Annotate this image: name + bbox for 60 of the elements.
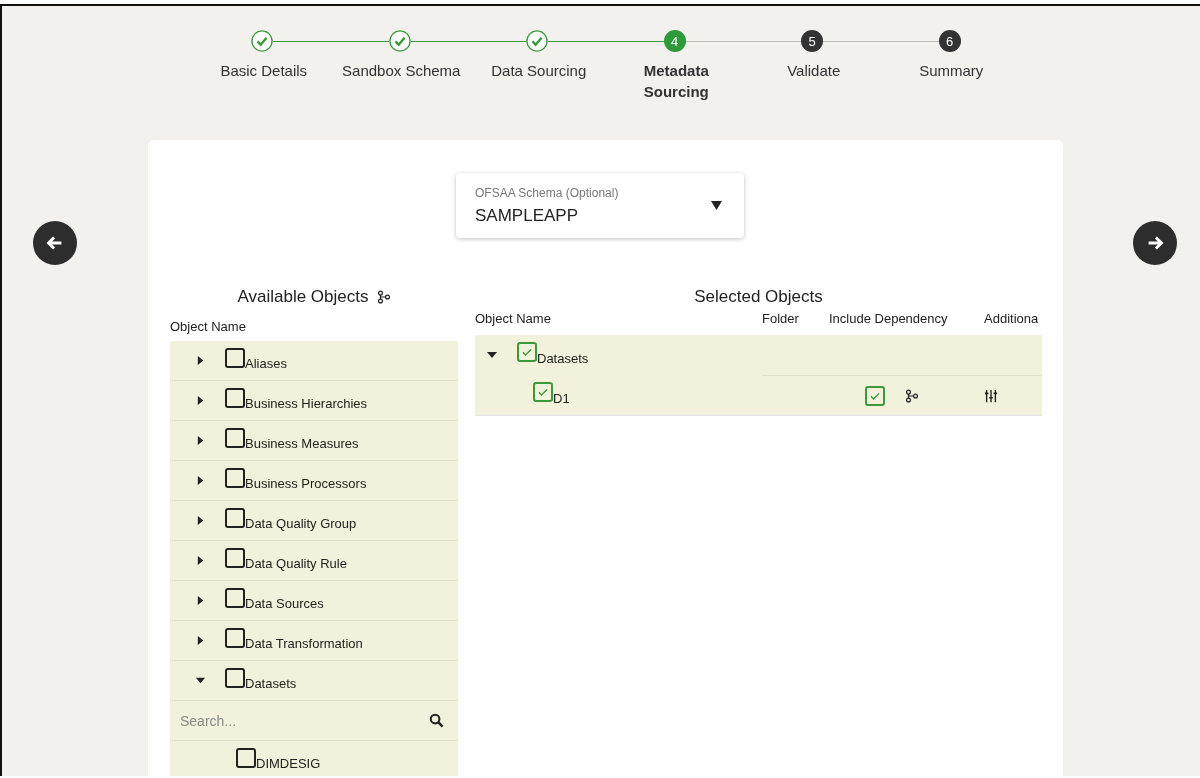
step-number: 4 [663,30,686,52]
checkbox[interactable] [225,627,245,648]
caret-icon[interactable] [196,636,205,645]
checkbox[interactable] [236,747,256,768]
object-label: Data Quality Group [245,516,357,531]
checkbox[interactable] [225,467,245,488]
next-button[interactable] [1133,221,1177,265]
caret-icon [711,200,722,211]
checkbox[interactable] [225,547,245,568]
step-label: Validate [786,62,842,81]
checkbox[interactable] [517,342,537,362]
caret-icon[interactable] [196,396,205,405]
checkbox[interactable] [865,385,885,406]
checkbox[interactable] [225,667,245,688]
step-label: Basic Details [219,62,309,81]
step-number: 5 [801,30,823,52]
search-icon[interactable] [429,713,444,728]
hierarchy-icon[interactable] [376,290,391,304]
column-header: Folder [762,311,800,328]
column-header: Object Name [475,311,552,328]
checkbox[interactable] [225,347,245,368]
object-label: Business Processors [245,476,367,491]
caret-icon[interactable] [196,676,205,685]
sliders-icon[interactable] [984,388,998,403]
checkbox[interactable] [225,387,245,408]
column-header: Additiona [984,311,1040,328]
checkbox[interactable] [225,427,245,448]
object-label: Data Quality Rule [245,556,347,571]
object-label: D1 [553,390,570,406]
caret-icon[interactable] [196,476,205,485]
search-field[interactable]: Search... [178,711,429,730]
step-label: Data Sourcing [490,62,588,81]
caret-icon[interactable] [196,556,205,565]
step-label: Metadata Sourcing [642,61,710,102]
object-label: Business Hierarchies [245,396,368,411]
hierarchy-icon[interactable] [905,388,919,403]
panel-title: Selected Objects [694,287,823,307]
checkbox[interactable] [225,507,245,528]
step-label: Summary [918,62,985,81]
caret-icon[interactable] [196,436,205,445]
object-label: Data Transformation [245,636,363,651]
step-label: Sandbox Schema [341,62,462,81]
object-label: Aliases [245,356,287,371]
step-number: 6 [938,30,961,52]
caret-icon[interactable] [196,516,205,525]
object-label: Datasets [245,676,297,691]
previous-button[interactable] [33,221,77,265]
object-label: DIMDESIG [256,756,321,771]
panel-title: Available Objects [237,287,369,307]
object-label: Business Measures [245,436,359,451]
column-header: Object Name [170,319,247,336]
caret-icon[interactable] [196,596,205,605]
caret-icon[interactable] [196,356,205,365]
object-label: Datasets [537,350,589,366]
checkbox[interactable] [225,587,245,608]
caret-icon[interactable] [487,350,497,360]
checkbox[interactable] [533,382,553,402]
object-label: Data Sources [245,596,324,611]
schema-dropdown[interactable]: OFSAA Schema (Optional) SAMPLEAPP [456,173,744,238]
column-header: Include Dependency [829,311,949,328]
